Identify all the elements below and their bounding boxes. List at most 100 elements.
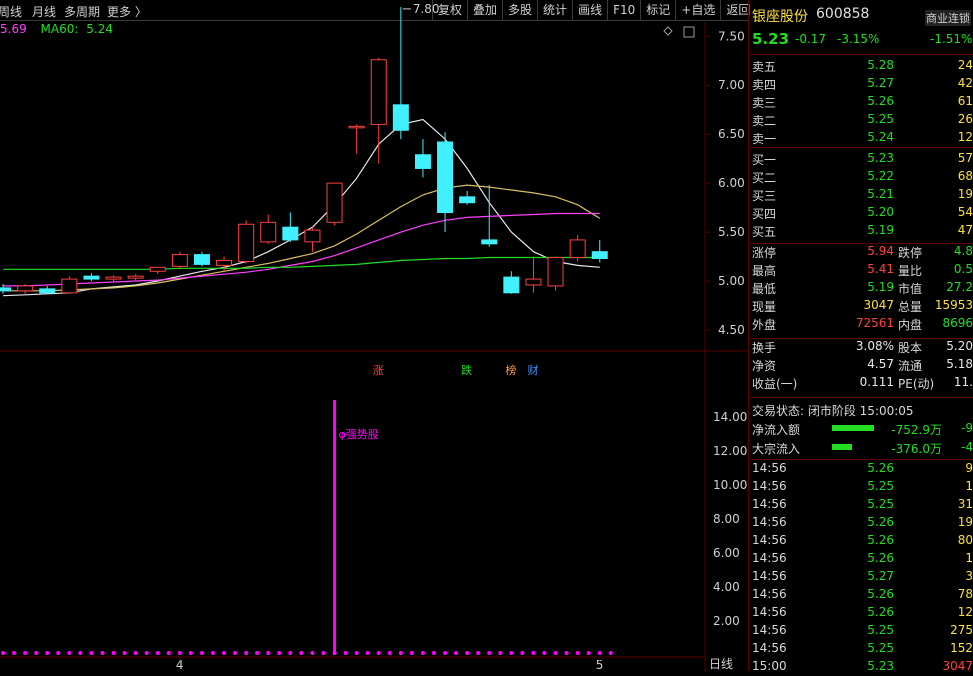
indicator-dot: [509, 651, 514, 655]
bid-label: 买五: [752, 225, 777, 239]
stat-label: 最高: [752, 264, 777, 278]
bid-volume: 19: [957, 187, 973, 201]
stat-label: 涨停: [752, 246, 777, 260]
tick-volume: 3: [965, 569, 973, 583]
stat-row: 净资 4.57 流通 5.18: [750, 356, 973, 374]
stat-label: 现量: [752, 300, 777, 314]
candle: [282, 212, 299, 242]
stat-value: 0.5: [953, 262, 973, 276]
candle-body: [370, 59, 387, 125]
tick-time: 14:56: [752, 479, 787, 493]
stat-label: 市值: [898, 282, 923, 296]
signal-marker[interactable]: 财: [527, 363, 538, 377]
tick-price: 5.26: [867, 551, 894, 565]
sector-name[interactable]: 商业连锁: [925, 10, 971, 26]
tick-row: 15:00 5.23 3047: [750, 658, 973, 676]
flow-pct: -4: [961, 440, 973, 454]
stat-label: 股本: [898, 341, 923, 355]
tick-row: 14:56 5.27 3: [750, 568, 973, 586]
stock-code: 600858: [816, 6, 870, 22]
signal-marker[interactable]: 涨: [373, 364, 384, 377]
diamond-icon[interactable]: [663, 26, 673, 36]
candle-body: [459, 196, 476, 204]
candle-body: [216, 259, 233, 266]
indicator-dot: [443, 651, 448, 655]
stat-value: 27.2: [946, 280, 973, 294]
stat-label: 外盘: [752, 318, 777, 332]
bid-price: 5.19: [867, 223, 894, 237]
signal-label: φ强势股: [339, 428, 379, 441]
stat-value: 72561: [855, 316, 894, 330]
candle: [238, 220, 255, 264]
candle-body: [414, 154, 431, 169]
panel-toggle-icon[interactable]: [683, 26, 695, 38]
signal-marker[interactable]: 跌: [461, 363, 472, 377]
tick-price: 5.26: [867, 605, 894, 619]
kline-chart[interactable]: 7.80 涨 跌 榜财 φ强势股 7.50 7.00 6.50 6.00 5.50 5.00 4.…: [0, 0, 748, 671]
stat-value: 5.18: [946, 357, 973, 371]
tick-volume: 1: [965, 479, 973, 493]
bid-label: 买四: [752, 207, 777, 221]
stat-row: 外盘 72561 内盘 8696: [750, 315, 973, 333]
stat-value: 15953: [934, 298, 973, 312]
tick-volume: 152: [950, 641, 973, 655]
indicator-dot: [376, 651, 381, 655]
price-tick-label: 5.00: [718, 274, 745, 288]
price-panel: 7.80 涨 跌 榜财: [0, 2, 608, 377]
bid-row: 买一 5.23 57: [750, 150, 973, 168]
tick-price: 5.26: [867, 533, 894, 547]
price-change-pct: -3.15%: [837, 32, 880, 46]
ask-row: 卖五 5.28 24: [750, 57, 973, 75]
tick-volume: 9: [965, 461, 973, 475]
bid-row: 买三 5.21 19: [750, 186, 973, 204]
indicator-dot: [233, 651, 238, 655]
bid-volume: 57: [957, 151, 973, 165]
indicator-dot: [34, 651, 39, 655]
price-change: -0.17: [795, 32, 827, 46]
candle-body: [392, 104, 409, 131]
bid-volume: 54: [957, 205, 973, 219]
candle-body: [0, 287, 12, 292]
candle-body: [260, 221, 277, 243]
indicator-tick-label: 10.00: [713, 478, 747, 492]
indicator-dot: [354, 651, 359, 655]
ask-row: 卖一 5.24 12: [750, 129, 973, 147]
indicator-tick-label: 6.00: [713, 546, 740, 560]
tick-volume: 275: [950, 623, 973, 637]
indicator-dot: [188, 651, 193, 655]
tick-row: 14:56 5.25 1: [750, 478, 973, 496]
signal-marker[interactable]: 榜: [505, 363, 516, 377]
indicator-dot: [597, 651, 602, 655]
indicator-dot: [277, 651, 282, 655]
ask-row: 卖二 5.25 26: [750, 111, 973, 129]
indicator-dot: [111, 651, 116, 655]
tick-time: 14:56: [752, 587, 787, 601]
stat-row: 收益(一) 0.111 PE(动) 11.: [750, 374, 973, 392]
ma-line: [3, 212, 600, 287]
candle-body: [171, 254, 188, 267]
indicator-dot: [476, 651, 481, 655]
price-tick-label: 6.00: [718, 176, 745, 190]
indicator-dot: [465, 651, 470, 655]
candle: [459, 190, 476, 205]
indicator-dot: [45, 651, 50, 655]
tick-price: 5.26: [867, 587, 894, 601]
ask-price: 5.25: [867, 112, 894, 126]
flow-value: -752.9万: [891, 423, 942, 437]
candle: [503, 271, 520, 294]
candle: [525, 256, 542, 293]
ask-row: 卖四 5.27 42: [750, 75, 973, 93]
price-tick-label: 7.00: [718, 78, 745, 92]
bid-row: 买四 5.20 54: [750, 204, 973, 222]
indicator-dot: [454, 651, 459, 655]
stock-name: 银座股份: [752, 9, 808, 25]
candle: [392, 6, 409, 140]
indicator-dot: [288, 651, 293, 655]
candle-body: [61, 278, 78, 294]
indicator-dot: [586, 651, 591, 655]
stat-value: 3047: [863, 298, 894, 312]
period-label[interactable]: 日线: [709, 657, 733, 671]
tick-price: 5.26: [867, 461, 894, 475]
tick-row: 14:56 5.26 12: [750, 604, 973, 622]
indicator-dot: [23, 651, 28, 655]
